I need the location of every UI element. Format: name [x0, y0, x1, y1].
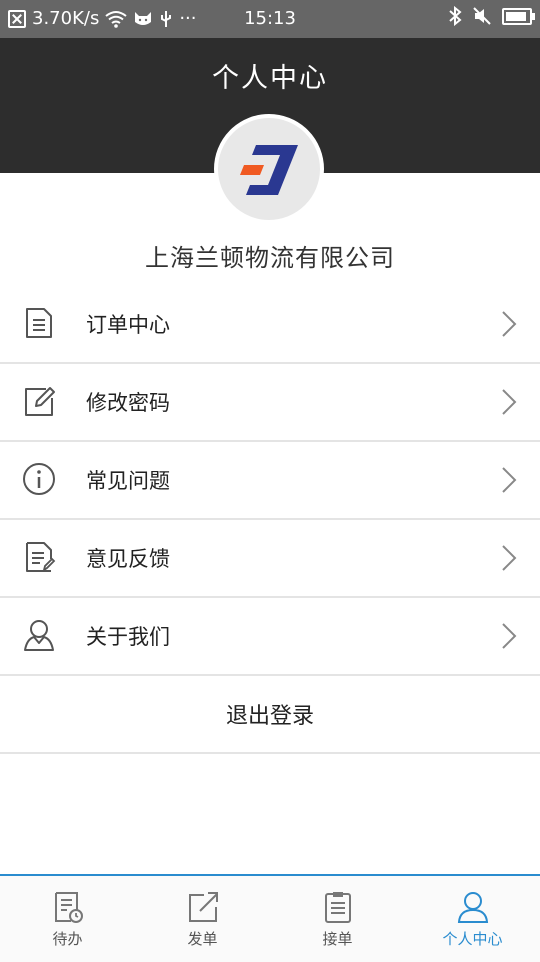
- person-icon: [457, 892, 488, 923]
- feedback-icon: [26, 542, 56, 573]
- settings-menu: 订单中心 修改密码 常见问题 意见反馈 关于我们 退出登录: [0, 286, 540, 754]
- menu-item-label: 意见反馈: [86, 547, 170, 571]
- status-bar: 3.70K/s ··· 15:13: [0, 0, 540, 38]
- user-icon: [24, 620, 54, 651]
- tab-label: 待办: [52, 930, 83, 948]
- menu-item-change-password[interactable]: 修改密码: [0, 364, 540, 442]
- tab-label: 个人中心: [442, 930, 503, 948]
- chevron-right-icon: [502, 389, 517, 415]
- bottom-tab-bar: 待办 发单 接单 个人中心: [0, 874, 540, 962]
- company-logo-icon: [240, 145, 298, 195]
- send-order-icon: [188, 892, 218, 922]
- menu-item-faq[interactable]: 常见问题: [0, 442, 540, 520]
- document-icon: [26, 308, 52, 338]
- chevron-right-icon: [502, 545, 517, 571]
- tab-label: 接单: [322, 930, 353, 948]
- chevron-right-icon: [502, 623, 517, 649]
- status-right: [448, 6, 535, 26]
- mute-icon: [473, 7, 491, 25]
- clipboard-icon: [324, 892, 351, 923]
- menu-item-about[interactable]: 关于我们: [0, 598, 540, 676]
- tab-profile[interactable]: 个人中心: [405, 876, 540, 962]
- bluetooth-icon: [449, 6, 462, 26]
- info-icon: [23, 463, 55, 495]
- menu-item-label: 常见问题: [86, 469, 170, 493]
- tab-receive-order[interactable]: 接单: [270, 876, 405, 962]
- menu-item-label: 关于我们: [86, 625, 170, 649]
- avatar[interactable]: [214, 114, 324, 224]
- chevron-right-icon: [502, 467, 517, 493]
- chevron-right-icon: [502, 311, 517, 337]
- tab-label: 发单: [187, 930, 218, 948]
- todo-icon: [54, 892, 83, 923]
- page-title: 个人中心: [212, 63, 328, 94]
- tab-send-order[interactable]: 发单: [135, 876, 270, 962]
- edit-icon: [25, 387, 55, 416]
- menu-item-label: 修改密码: [86, 391, 170, 415]
- tab-todo[interactable]: 待办: [0, 876, 135, 962]
- logout-button[interactable]: 退出登录: [0, 676, 540, 754]
- battery-icon: [502, 7, 535, 25]
- menu-item-feedback[interactable]: 意见反馈: [0, 520, 540, 598]
- menu-item-label: 订单中心: [86, 313, 170, 337]
- company-name: 上海兰顿物流有限公司: [145, 244, 395, 272]
- menu-item-orders[interactable]: 订单中心: [0, 286, 540, 364]
